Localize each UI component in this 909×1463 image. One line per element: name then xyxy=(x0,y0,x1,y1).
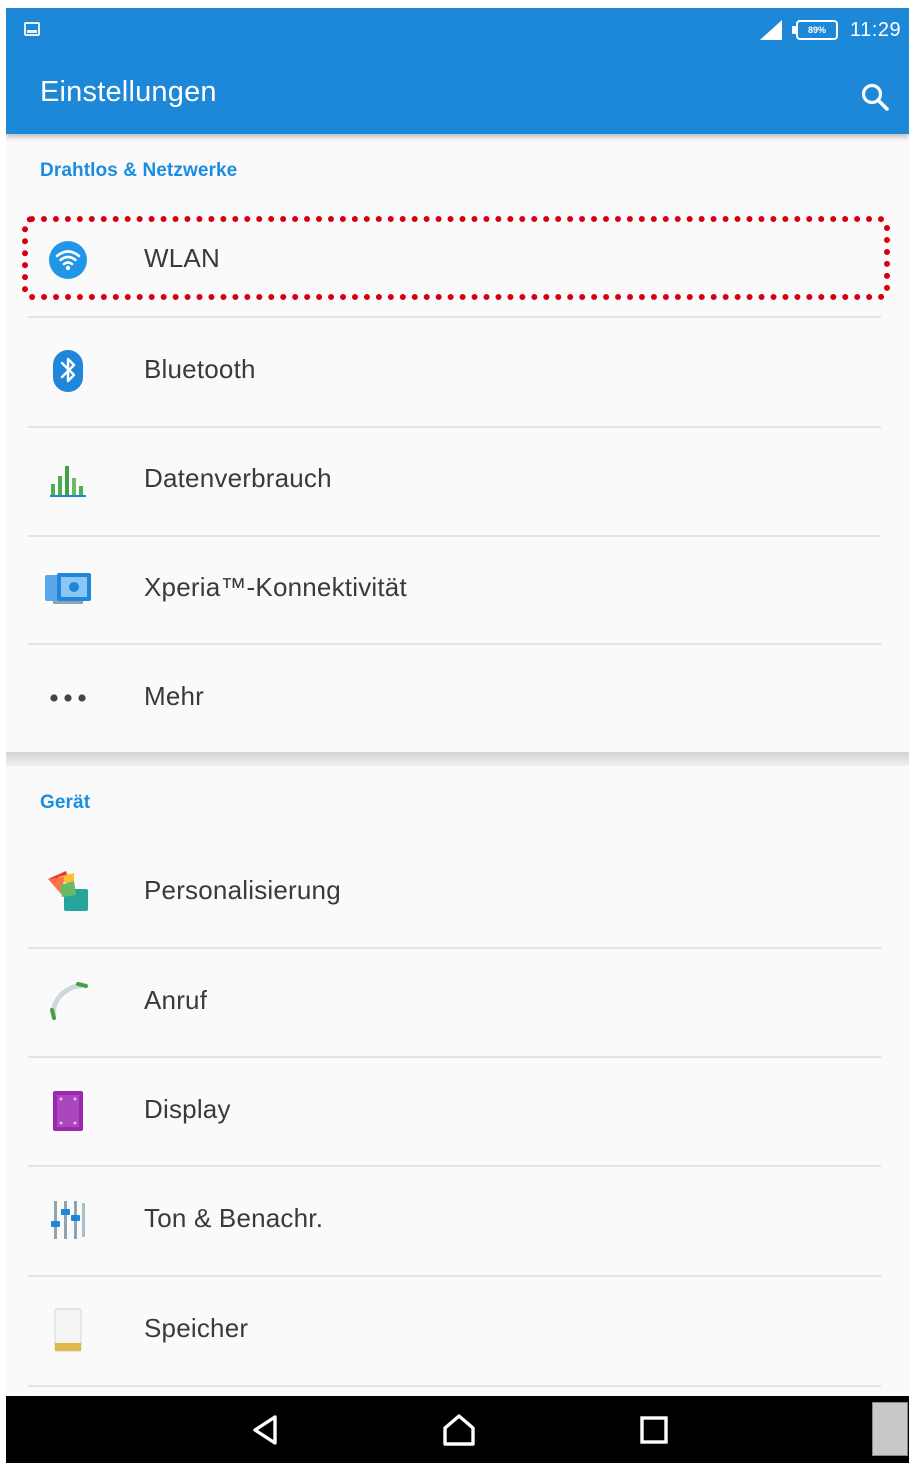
navigation-bar xyxy=(6,1396,909,1463)
notification-icon xyxy=(24,22,40,36)
settings-item-storage[interactable]: Speicher xyxy=(6,1276,909,1385)
settings-screen: 89% 11:29 Einstellungen Drahtlos & Netzw… xyxy=(6,8,909,1463)
settings-item-label: Anruf xyxy=(144,985,208,1015)
data-usage-icon xyxy=(42,454,94,506)
more-dots-icon xyxy=(42,672,94,724)
status-time: 11:29 xyxy=(850,19,902,41)
battery-icon: 89% xyxy=(792,20,838,40)
settings-item-label: WLAN xyxy=(144,243,220,273)
home-icon[interactable] xyxy=(437,1408,481,1452)
settings-item-label: Speicher xyxy=(144,1313,249,1343)
settings-item-personalization[interactable]: Personalisierung xyxy=(6,838,909,947)
settings-item-data-usage[interactable]: Datenverbrauch xyxy=(6,426,909,535)
status-bar: 89% 11:29 xyxy=(6,8,909,52)
app-bar: Einstellungen xyxy=(6,52,909,134)
settings-item-label: Xperia™-Konnektivität xyxy=(144,572,407,602)
settings-item-wlan[interactable]: WLAN xyxy=(6,206,909,315)
settings-item-bluetooth[interactable]: Bluetooth xyxy=(6,317,909,426)
display-icon xyxy=(42,1085,94,1137)
settings-item-more[interactable]: Mehr xyxy=(6,644,909,753)
sound-equalizer-icon xyxy=(42,1194,94,1246)
search-icon[interactable] xyxy=(858,80,892,114)
divider xyxy=(28,1385,881,1387)
settings-item-label: Mehr xyxy=(144,681,205,711)
storage-icon xyxy=(42,1304,94,1356)
corner-grip-icon xyxy=(872,1402,908,1456)
settings-item-label: Datenverbrauch xyxy=(144,463,332,493)
settings-item-label: Display xyxy=(144,1094,231,1124)
phone-icon xyxy=(42,976,94,1028)
xperia-connectivity-icon xyxy=(42,563,94,615)
bluetooth-icon xyxy=(42,345,94,397)
settings-item-label: Ton & Benachr. xyxy=(144,1203,324,1233)
personalization-icon xyxy=(42,866,94,918)
settings-item-call[interactable]: Anruf xyxy=(6,948,909,1057)
wifi-icon xyxy=(42,234,94,286)
signal-icon xyxy=(760,20,782,40)
recent-apps-icon[interactable] xyxy=(632,1408,676,1452)
settings-item-xperia-connectivity[interactable]: Xperia™-Konnektivität xyxy=(6,535,909,644)
settings-item-label: Personalisierung xyxy=(144,875,341,905)
section-header-device: Gerät xyxy=(40,792,91,813)
back-icon[interactable] xyxy=(243,1408,287,1452)
section-separator xyxy=(6,752,909,766)
settings-item-sound[interactable]: Ton & Benachr. xyxy=(6,1166,909,1275)
page-title: Einstellungen xyxy=(40,76,217,108)
settings-item-label: Bluetooth xyxy=(144,354,256,384)
settings-item-display[interactable]: Display xyxy=(6,1057,909,1166)
section-header-wireless: Drahtlos & Netzwerke xyxy=(40,160,238,181)
